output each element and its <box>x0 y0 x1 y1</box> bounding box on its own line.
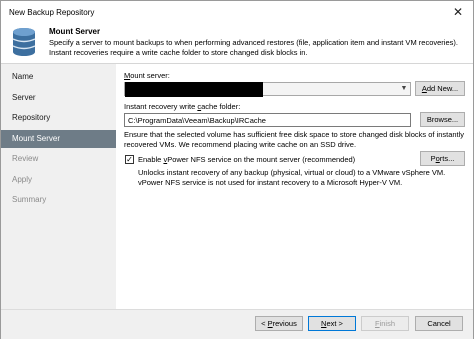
enable-vpower-nfs-label: Enable vPower NFS service on the mount s… <box>138 155 355 164</box>
enable-vpower-nfs-checkbox[interactable]: ✓ <box>125 155 134 164</box>
mount-server-select[interactable]: ▼ <box>124 82 411 97</box>
chevron-down-icon[interactable]: ▼ <box>398 83 410 95</box>
page-description: Specify a server to mount backups to whe… <box>49 38 469 58</box>
write-cache-hint: Ensure that the selected volume has suff… <box>124 130 469 150</box>
next-button[interactable]: Next > <box>308 316 356 331</box>
sidebar-item-repository[interactable]: Repository <box>1 109 116 127</box>
sidebar-item-apply: Apply <box>12 175 33 184</box>
sidebar-item-name[interactable]: Name <box>1 68 116 86</box>
write-cache-hint-line-1: Ensure that the selected volume has suff… <box>124 130 465 139</box>
vpower-nfs-description-line-1: Unlocks instant recovery of any backup (… <box>138 168 446 177</box>
wizard-footer: < Previous Next > Finish Cancel <box>1 309 473 339</box>
nfs-label-b: Power NFS service on the mount server (r… <box>167 155 356 164</box>
next-label: ext > <box>326 319 343 328</box>
title-bar: New Backup Repository ✕ <box>1 1 473 23</box>
previous-label-b: revious <box>272 319 297 328</box>
nfs-label-a: Enable <box>138 155 164 164</box>
write-cache-label: Instant recovery write cache folder: <box>124 102 240 111</box>
vpower-nfs-description-line-2: vPower NFS service is not used for insta… <box>138 178 403 187</box>
database-icon <box>12 28 36 56</box>
write-cache-folder-input[interactable] <box>124 113 411 127</box>
add-new-button[interactable]: Add New... <box>415 81 465 96</box>
sidebar-item-mount-server[interactable]: Mount Server <box>1 130 116 148</box>
previous-button[interactable]: < Previous <box>255 316 303 331</box>
sidebar-item-review: Review <box>12 154 39 163</box>
browse-button[interactable]: Browse... <box>420 112 465 127</box>
mount-server-label-text: ount server: <box>130 71 170 80</box>
sidebar-item-summary: Summary <box>12 195 47 204</box>
write-cache-label-a: Instant recovery write <box>124 102 198 111</box>
sidebar-item-server[interactable]: Server <box>1 89 116 107</box>
write-cache-hint-line-2: recovered VMs. We recommend placing writ… <box>124 140 357 149</box>
page-description-line-2: Instant recoveries require a write cache… <box>49 48 308 57</box>
finish-label: inish <box>379 319 396 328</box>
mount-server-label: Mount server: <box>124 71 170 80</box>
vpower-nfs-description: Unlocks instant recovery of any backup (… <box>138 168 468 188</box>
write-cache-label-b: ache folder: <box>201 102 241 111</box>
page-description-line-1: Specify a server to mount backups to whe… <box>49 38 458 47</box>
finish-button: Finish <box>361 316 409 331</box>
cancel-button[interactable]: Cancel <box>415 316 463 331</box>
ports-button[interactable]: Ports... <box>420 151 465 166</box>
wizard-steps-sidebar: Name Server Repository Mount Server Revi… <box>1 64 116 309</box>
window-title: New Backup Repository <box>9 8 95 17</box>
redacted-server-name <box>125 82 263 97</box>
ports-label-b: rts... <box>439 154 455 163</box>
page-title: Mount Server <box>49 27 101 36</box>
wizard-window: New Backup Repository ✕ Mount Server Spe… <box>0 0 474 339</box>
add-new-label: dd New... <box>426 84 459 93</box>
mount-server-panel: Mount server: ▼ Add New... Instant recov… <box>116 64 473 309</box>
wizard-header: Mount Server Specify a server to mount b… <box>1 23 473 64</box>
close-icon[interactable]: ✕ <box>447 4 469 20</box>
